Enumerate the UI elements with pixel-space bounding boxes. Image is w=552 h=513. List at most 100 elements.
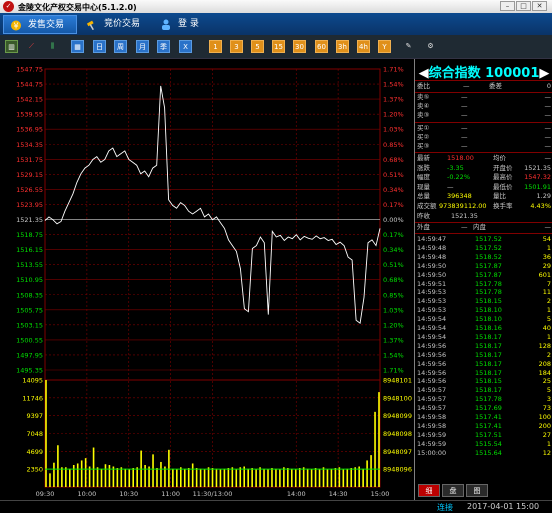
period-5min-button[interactable]: 5 bbox=[251, 40, 264, 53]
prev-close-row: 昨收 1521.35 bbox=[417, 212, 551, 221]
tick-volume: 5 bbox=[546, 386, 551, 395]
price-tick-label: 1497.95 bbox=[16, 351, 43, 359]
price-tick-label: 1500.55 bbox=[16, 336, 43, 344]
next-arrow-icon[interactable]: ▶ bbox=[539, 66, 549, 81]
tick-time: 14:59:54 bbox=[417, 315, 447, 324]
calendar-month-icon[interactable]: 月 bbox=[136, 40, 149, 53]
tick-row: 14:59:58 1517.41 100 bbox=[417, 413, 551, 422]
tick-price: 1518.17 bbox=[475, 350, 502, 359]
calendar-week-icon[interactable]: 周 bbox=[114, 40, 127, 53]
divider bbox=[415, 80, 552, 81]
tick-row: 14:59:54 1518.17 1 bbox=[417, 333, 551, 342]
stat-value: 1.29 bbox=[536, 192, 551, 201]
line-chart-icon[interactable]: ⟋ bbox=[25, 40, 38, 53]
draw-pen-icon[interactable]: ✎ bbox=[402, 40, 415, 53]
stat-value: 4.43% bbox=[530, 202, 551, 210]
candlestick-chart-icon[interactable]: ▥ bbox=[5, 40, 18, 53]
tick-volume: 54 bbox=[542, 235, 551, 243]
tick-time: 14:59:53 bbox=[417, 306, 447, 315]
volume-right-label: 8948098 bbox=[383, 430, 412, 438]
stat-label: 总量 bbox=[417, 192, 430, 201]
calendar-year-icon[interactable]: X bbox=[179, 40, 192, 53]
time-tick-label: 11:00 bbox=[161, 490, 180, 498]
tick-volume: 100 bbox=[538, 413, 551, 421]
price-tick-label: 1513.55 bbox=[16, 261, 43, 269]
volume-right-label: 8948099 bbox=[383, 412, 412, 420]
tab-auction-trading[interactable]: 竞价交易 bbox=[80, 15, 150, 34]
price-tick-label: 1529.15 bbox=[16, 171, 43, 179]
period-4h-button[interactable]: 4h bbox=[357, 40, 370, 53]
tick-volume: 3 bbox=[546, 395, 551, 404]
pct-tick-label: 0.34% bbox=[383, 186, 404, 194]
time-tick-label: 10:30 bbox=[119, 490, 138, 498]
stat-label: 最低价 bbox=[493, 182, 513, 191]
price-tick-label: 1539.55 bbox=[16, 111, 43, 119]
bar-chart-icon[interactable]: ⫼ bbox=[46, 40, 59, 53]
calendar-season-icon[interactable]: 季 bbox=[157, 40, 170, 53]
tick-time: 15:00:00 bbox=[417, 448, 447, 457]
volume-tick-label: 9397 bbox=[26, 412, 43, 420]
tick-price: 1517.78 bbox=[475, 279, 502, 288]
period-3min-button[interactable]: 3 bbox=[230, 40, 243, 53]
tab-detail[interactable]: 细 bbox=[418, 484, 440, 497]
period-3h-button[interactable]: 3h bbox=[336, 40, 349, 53]
volume-tick-label: 7048 bbox=[26, 430, 43, 438]
tick-row: 14:59:50 1517.87 29 bbox=[417, 262, 551, 271]
period-60min-button[interactable]: 60 bbox=[315, 40, 328, 53]
gear-icon[interactable]: ⚙ bbox=[424, 40, 437, 53]
stat-label: 幅度 bbox=[417, 173, 430, 182]
tab-chart[interactable]: 图 bbox=[466, 484, 488, 497]
tick-volume: 73 bbox=[542, 404, 551, 413]
prev-arrow-icon[interactable]: ◀ bbox=[419, 66, 429, 81]
tick-time: 14:59:56 bbox=[417, 341, 447, 350]
tick-row: 14:59:53 1517.78 11 bbox=[417, 288, 551, 297]
tick-time: 14:59:56 bbox=[417, 368, 447, 377]
buy-label: 买② bbox=[417, 133, 430, 141]
tick-volume: 40 bbox=[542, 324, 551, 332]
sell-price: — bbox=[461, 111, 468, 119]
pct-tick-label: 0.17% bbox=[383, 201, 404, 209]
pct-tick-label: 1.54% bbox=[383, 351, 404, 359]
tab-login[interactable]: 登 录 bbox=[154, 15, 224, 34]
close-button[interactable]: ✕ bbox=[532, 1, 547, 11]
tick-volume: 5 bbox=[546, 315, 551, 324]
maximize-button[interactable]: □ bbox=[516, 1, 531, 11]
period-1min-button[interactable]: 1 bbox=[209, 40, 222, 53]
pct-tick-label: 1.37% bbox=[383, 96, 404, 104]
tick-price: 1518.17 bbox=[475, 359, 502, 368]
period-year-button[interactable]: Y bbox=[378, 40, 391, 53]
price-tick-label: 1495.35 bbox=[16, 367, 43, 375]
tick-row: 14:59:59 1517.51 27 bbox=[417, 431, 551, 440]
tick-price: 1518.17 bbox=[475, 386, 502, 395]
time-tick-label: 09:30 bbox=[36, 490, 55, 498]
intraday-chart[interactable]: 1547.75 1.71% 1544.75 1.54% 1542.15 1.37% 1539… bbox=[0, 59, 414, 501]
price-tick-label: 1503.15 bbox=[16, 321, 43, 329]
sell-row: 卖⑤ — — bbox=[417, 93, 551, 102]
sell-volume: — bbox=[544, 102, 552, 110]
grid-icon[interactable]: ▦ bbox=[71, 40, 84, 53]
price-tick-label: 1544.75 bbox=[16, 81, 43, 89]
pct-tick-label: 1.71% bbox=[383, 66, 404, 74]
tick-volume: 29 bbox=[542, 261, 551, 270]
period-30min-button[interactable]: 30 bbox=[293, 40, 306, 53]
calendar-day-icon[interactable]: 日 bbox=[93, 40, 106, 53]
stat-value: 396348 bbox=[447, 192, 472, 201]
tab-sale-trading[interactable]: ¥ 发售交易 bbox=[3, 15, 77, 34]
wei-bi-label: 委比 bbox=[417, 82, 430, 90]
wei-bi-value: — bbox=[463, 82, 470, 90]
pct-tick-label: 1.20% bbox=[383, 111, 404, 119]
sell-label: 卖④ bbox=[417, 102, 430, 110]
main-tab-bar: ¥ 发售交易 竞价交易 登 录 bbox=[0, 13, 552, 35]
time-tick-label: 11:30/13:00 bbox=[193, 490, 233, 498]
pct-tick-label: 1.03% bbox=[383, 306, 404, 314]
period-15min-button[interactable]: 15 bbox=[272, 40, 285, 53]
tab-board[interactable]: 盘 bbox=[442, 484, 464, 497]
tick-time: 14:59:48 bbox=[417, 243, 447, 252]
minimize-button[interactable]: – bbox=[500, 1, 515, 11]
buy-label: 买③ bbox=[417, 142, 430, 150]
tick-row: 15:00:00 1515.64 12 bbox=[417, 449, 551, 458]
tick-price: 1517.69 bbox=[475, 404, 502, 413]
tick-time: 14:59:47 bbox=[417, 235, 447, 243]
tick-row: 14:59:48 1517.52 1 bbox=[417, 244, 551, 253]
right-tabs: 细 盘 图 bbox=[414, 484, 552, 498]
